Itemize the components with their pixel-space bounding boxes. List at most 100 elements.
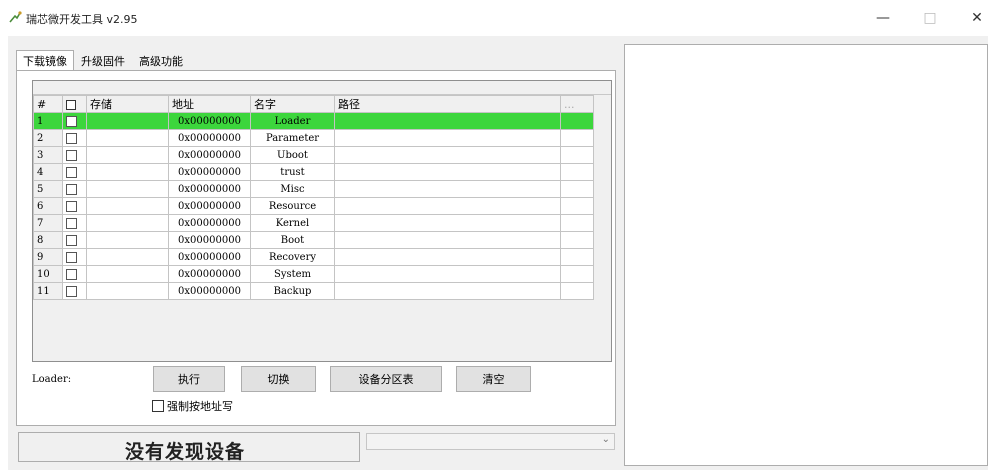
row-name[interactable]: Boot [250, 231, 335, 249]
row-checkbox-cell[interactable] [62, 129, 87, 147]
row-checkbox[interactable] [66, 251, 77, 263]
row-browse-button[interactable] [560, 129, 594, 147]
table-row[interactable]: 3 0x00000000 Uboot [33, 146, 594, 164]
tab-download-image[interactable]: 下载镜像 [16, 50, 74, 70]
row-checkbox-cell[interactable] [62, 197, 87, 215]
row-store[interactable] [86, 282, 169, 300]
table-row[interactable]: 11 0x00000000 Backup [33, 282, 594, 300]
row-name[interactable]: Resource [250, 197, 335, 215]
row-address[interactable]: 0x00000000 [168, 129, 251, 147]
row-checkbox-cell[interactable] [62, 180, 87, 198]
table-row[interactable]: 8 0x00000000 Boot [33, 231, 594, 249]
row-path[interactable] [334, 231, 561, 249]
row-address[interactable]: 0x00000000 [168, 146, 251, 164]
row-address[interactable]: 0x00000000 [168, 248, 251, 266]
row-store[interactable] [86, 146, 169, 164]
table-row[interactable]: 9 0x00000000 Recovery [33, 248, 594, 266]
row-checkbox[interactable] [66, 217, 77, 229]
row-address[interactable]: 0x00000000 [168, 112, 251, 130]
row-store[interactable] [86, 112, 169, 130]
row-address[interactable]: 0x00000000 [168, 214, 251, 232]
row-address[interactable]: 0x00000000 [168, 282, 251, 300]
row-name[interactable]: Loader [250, 112, 335, 130]
minimize-button[interactable]: — [868, 6, 898, 30]
row-name[interactable]: System [250, 265, 335, 283]
row-browse-button[interactable] [560, 180, 594, 198]
row-path[interactable] [334, 129, 561, 147]
row-browse-button[interactable] [560, 163, 594, 181]
row-store[interactable] [86, 231, 169, 249]
header-select-all[interactable] [62, 95, 87, 113]
row-checkbox-cell[interactable] [62, 231, 87, 249]
row-checkbox-cell[interactable] [62, 163, 87, 181]
row-name[interactable]: Parameter [250, 129, 335, 147]
row-store[interactable] [86, 197, 169, 215]
row-browse-button[interactable] [560, 248, 594, 266]
maximize-button[interactable]: □ [915, 6, 945, 30]
row-browse-button[interactable] [560, 282, 594, 300]
row-path[interactable] [334, 282, 561, 300]
row-store[interactable] [86, 214, 169, 232]
row-address[interactable]: 0x00000000 [168, 265, 251, 283]
row-checkbox[interactable] [66, 115, 77, 127]
row-checkbox[interactable] [66, 166, 77, 178]
row-path[interactable] [334, 248, 561, 266]
row-name[interactable]: Uboot [250, 146, 335, 164]
row-address[interactable]: 0x00000000 [168, 197, 251, 215]
row-path[interactable] [334, 265, 561, 283]
row-name[interactable]: Kernel [250, 214, 335, 232]
row-name[interactable]: trust [250, 163, 335, 181]
row-address[interactable]: 0x00000000 [168, 180, 251, 198]
switch-button[interactable]: 切换 [241, 366, 316, 392]
row-checkbox-cell[interactable] [62, 146, 87, 164]
row-browse-button[interactable] [560, 146, 594, 164]
row-path[interactable] [334, 163, 561, 181]
row-checkbox-cell[interactable] [62, 282, 87, 300]
row-store[interactable] [86, 248, 169, 266]
row-checkbox[interactable] [66, 285, 77, 297]
row-checkbox[interactable] [66, 149, 77, 161]
table-row[interactable]: 4 0x00000000 trust [33, 163, 594, 181]
table-row[interactable]: 2 0x00000000 Parameter [33, 129, 594, 147]
select-all-checkbox[interactable] [66, 99, 76, 110]
close-button[interactable]: ✕ [962, 6, 992, 30]
row-path[interactable] [334, 180, 561, 198]
row-checkbox[interactable] [66, 183, 77, 195]
row-checkbox[interactable] [66, 200, 77, 212]
row-checkbox-cell[interactable] [62, 214, 87, 232]
row-browse-button[interactable] [560, 197, 594, 215]
log-output-panel[interactable] [624, 44, 988, 466]
tab-advanced-functions[interactable]: 高级功能 [132, 50, 190, 70]
row-store[interactable] [86, 180, 169, 198]
row-store[interactable] [86, 265, 169, 283]
force-address-write-checkbox[interactable] [152, 400, 164, 412]
row-browse-button[interactable] [560, 214, 594, 232]
row-checkbox[interactable] [66, 234, 77, 246]
row-browse-button[interactable] [560, 112, 594, 130]
row-checkbox[interactable] [66, 268, 77, 280]
row-checkbox-cell[interactable] [62, 248, 87, 266]
row-name[interactable]: Recovery [250, 248, 335, 266]
row-checkbox[interactable] [66, 132, 77, 144]
row-address[interactable]: 0x00000000 [168, 231, 251, 249]
row-path[interactable] [334, 146, 561, 164]
row-browse-button[interactable] [560, 265, 594, 283]
table-row[interactable]: 6 0x00000000 Resource [33, 197, 594, 215]
row-path[interactable] [334, 112, 561, 130]
table-row[interactable]: 10 0x00000000 System [33, 265, 594, 283]
row-path[interactable] [334, 197, 561, 215]
device-partition-table-button[interactable]: 设备分区表 [330, 366, 442, 392]
row-store[interactable] [86, 129, 169, 147]
force-address-write-option[interactable]: 强制按地址写 [152, 398, 233, 414]
row-address[interactable]: 0x00000000 [168, 163, 251, 181]
tab-upgrade-firmware[interactable]: 升级固件 [74, 50, 132, 70]
row-name[interactable]: Misc [250, 180, 335, 198]
row-checkbox-cell[interactable] [62, 265, 87, 283]
row-path[interactable] [334, 214, 561, 232]
execute-button[interactable]: 执行 [153, 366, 225, 392]
row-name[interactable]: Backup [250, 282, 335, 300]
table-row[interactable]: 5 0x00000000 Misc [33, 180, 594, 198]
row-checkbox-cell[interactable] [62, 112, 87, 130]
table-row[interactable]: 1 0x00000000 Loader [33, 112, 594, 130]
table-row[interactable]: 7 0x00000000 Kernel [33, 214, 594, 232]
